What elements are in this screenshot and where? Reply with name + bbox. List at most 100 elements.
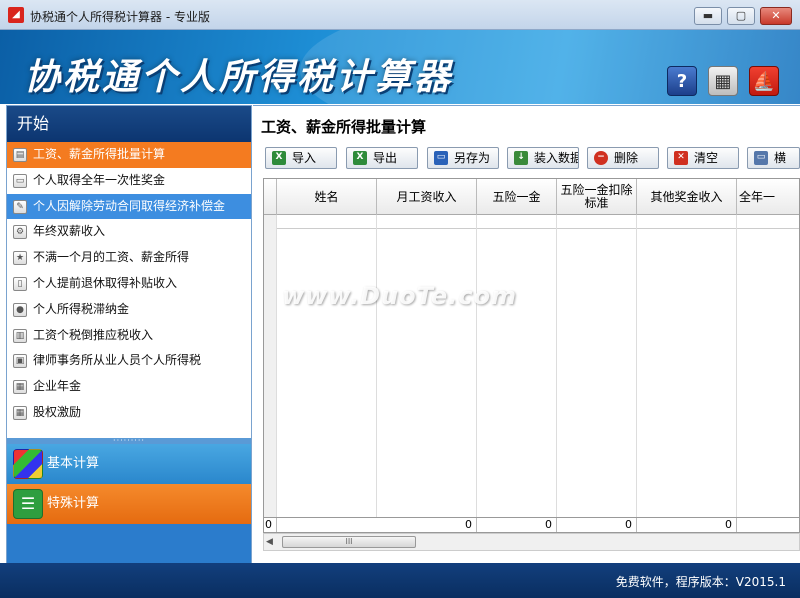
export-button[interactable]: X 导出 [346,147,418,169]
grid-column [477,215,557,517]
sidebar-item-label: 个人所得税滞纳金 [33,301,130,316]
landscape-icon: ▭ [754,151,768,165]
category-label: 基本计算 [47,456,100,471]
calendar-icon: ▦ [13,380,27,395]
sidebar-item-label: 年终双薪收入 [33,224,106,239]
summary-insurance: 0 [477,518,557,532]
category-label: 特殊计算 [47,496,100,511]
scroll-thumb[interactable]: III [282,536,416,548]
load-data-icon: ↓ [514,151,528,165]
excel-export-icon: X [353,151,367,165]
load-data-button[interactable]: ↓ 装入数据 [507,147,579,169]
phone-icon: ▯ [13,276,27,291]
watermark: www.DuoTe.com [282,282,517,310]
summary-other-bonus: 0 [637,518,737,532]
calendar-icon: ▦ [13,405,27,420]
app-banner: 协税通个人所得税计算器 ? ▦ ⛵ [0,30,800,104]
column-header-insurance-deduction[interactable]: 五险一金扣除标准 [557,179,637,215]
sidebar-item-double-salary[interactable]: ⚙ 年终双薪收入 [7,219,251,245]
book-icon: ▥ [13,328,27,343]
brand-logo-icon[interactable]: ⛵ [749,66,779,96]
landscape-button[interactable]: ▭ 横 [747,147,800,169]
page-title: 工资、薪金所得批量计算 [261,118,427,136]
salary-grid[interactable]: 姓名 月工资收入 五险一金 五险一金扣除标准 其他奖金收入 全年一 0 0 0 … [263,178,800,533]
export-button-label: 导出 [373,151,398,165]
summary-insurance-deduction: 0 [557,518,637,532]
window-icon: ▣ [13,354,27,369]
sidebar-menu: ▤ 工资、薪金所得批量计算 ▭ 个人取得全年一次性奖金 ✎ 个人因解除劳动合同取… [7,142,251,438]
horizontal-scrollbar[interactable]: ◀ III [263,533,800,551]
import-button[interactable]: X 导入 [265,147,337,169]
column-header-monthly-salary[interactable]: 月工资收入 [377,179,477,215]
sidebar-item-label: 企业年金 [33,379,82,394]
row-header-column [264,215,277,517]
sidebar-item-label: 工资、薪金所得批量计算 [33,147,166,161]
edit-icon: ✎ [13,199,27,214]
sidebar-item-label: 个人取得全年一次性奖金 [33,172,166,187]
close-button[interactable]: ✕ [760,7,792,25]
category-special-calc[interactable]: ☰ 特殊计算 [7,484,251,524]
sidebar-item-partial-month[interactable]: ★ 不满一个月的工资、薪金所得 [7,245,251,271]
coins-icon: ● [13,302,27,317]
grid-column [637,215,737,517]
main-content: 工资、薪金所得批量计算 X 导入 X 导出 ▭ 另存为 ↓ 装入数据 − 删除 … [253,105,800,563]
sidebar-item-law-firm[interactable]: ▣ 律师事务所从业人员个人所得税 [7,348,251,374]
toolbar: X 导入 X 导出 ▭ 另存为 ↓ 装入数据 − 删除 ✕ 清空 ▭ 横 [265,147,800,171]
sidebar-item-label: 不满一个月的工资、薪金所得 [33,250,190,265]
grid-header-row: 姓名 月工资收入 五险一金 五险一金扣除标准 其他奖金收入 全年一 [264,179,799,215]
grid-summary-row: 0 0 0 0 0 [264,517,799,532]
import-button-label: 导入 [292,151,317,165]
sidebar-item-label: 工资个税倒推应税收入 [33,327,154,342]
medal-icon: ★ [13,251,27,266]
minimize-button[interactable]: ▬ [694,7,722,25]
sidebar-item-equity-incentive[interactable]: ▦ 股权激励 [7,400,251,426]
sidebar-item-label: 个人提前退休取得补贴收入 [33,275,178,290]
sidebar-item-early-retirement[interactable]: ▯ 个人提前退休取得补贴收入 [7,271,251,297]
list-icon: ☰ [13,489,43,519]
grid-apps-icon [13,449,43,479]
grid-column [277,215,377,517]
sidebar-item-annual-bonus[interactable]: ▭ 个人取得全年一次性奖金 [7,168,251,194]
save-as-button[interactable]: ▭ 另存为 [427,147,499,169]
table-icon: ▤ [13,148,27,162]
status-text: 免费软件，程序版本：V2015.1 [615,575,786,589]
column-header-annual[interactable]: 全年一 [737,179,799,215]
clear-button[interactable]: ✕ 清空 [667,147,739,169]
calculator-icon[interactable]: ▦ [708,66,738,96]
sidebar-item-severance[interactable]: ✎ 个人因解除劳动合同取得经济补偿金 [7,193,251,220]
column-header-other-bonus[interactable]: 其他奖金收入 [637,179,737,215]
sidebar-item-reverse-calc[interactable]: ▥ 工资个税倒推应税收入 [7,323,251,349]
sidebar-item-salary-batch[interactable]: ▤ 工资、薪金所得批量计算 [7,142,251,168]
status-bar: 免费软件，程序版本：V2015.1 [0,563,800,598]
delete-icon: − [594,151,608,165]
delete-button-label: 删除 [614,151,639,165]
summary-monthly-salary: 0 [377,518,477,532]
window-titlebar: ◢ 协税通个人所得税计算器 - 专业版 ▬ ▢ ✕ [0,0,800,30]
load-data-button-label: 装入数据 [534,151,579,165]
save-as-icon: ▭ [434,151,448,165]
column-header-name[interactable]: 姓名 [277,179,377,215]
clear-icon: ✕ [674,151,688,165]
maximize-button[interactable]: ▢ [727,7,755,25]
gear-icon: ⚙ [13,225,27,240]
delete-button[interactable]: − 删除 [587,147,659,169]
window-title: 协税通个人所得税计算器 - 专业版 [30,10,210,24]
grid-column [377,215,477,517]
help-icon[interactable]: ? [667,66,697,96]
app-icon: ◢ [8,7,24,23]
excel-import-icon: X [272,151,286,165]
sidebar-item-late-fee[interactable]: ● 个人所得税滞纳金 [7,297,251,323]
column-header-insurance[interactable]: 五险一金 [477,179,557,215]
sidebar: 开始 ▤ 工资、薪金所得批量计算 ▭ 个人取得全年一次性奖金 ✎ 个人因解除劳动… [6,105,252,598]
sidebar-item-label: 个人因解除劳动合同取得经济补偿金 [33,198,226,213]
document-icon: ▭ [13,173,27,188]
scroll-left-icon[interactable]: ◀ [266,537,273,547]
category-basic-calc[interactable]: 基本计算 [7,444,251,484]
landscape-button-label: 横 [774,151,787,165]
sidebar-item-label: 律师事务所从业人员个人所得税 [33,353,202,368]
save-as-button-label: 另存为 [454,151,491,165]
grid-column [557,215,637,517]
summary-count: 0 [264,518,277,532]
row-header-corner [264,179,277,215]
sidebar-item-annuity[interactable]: ▦ 企业年金 [7,374,251,400]
